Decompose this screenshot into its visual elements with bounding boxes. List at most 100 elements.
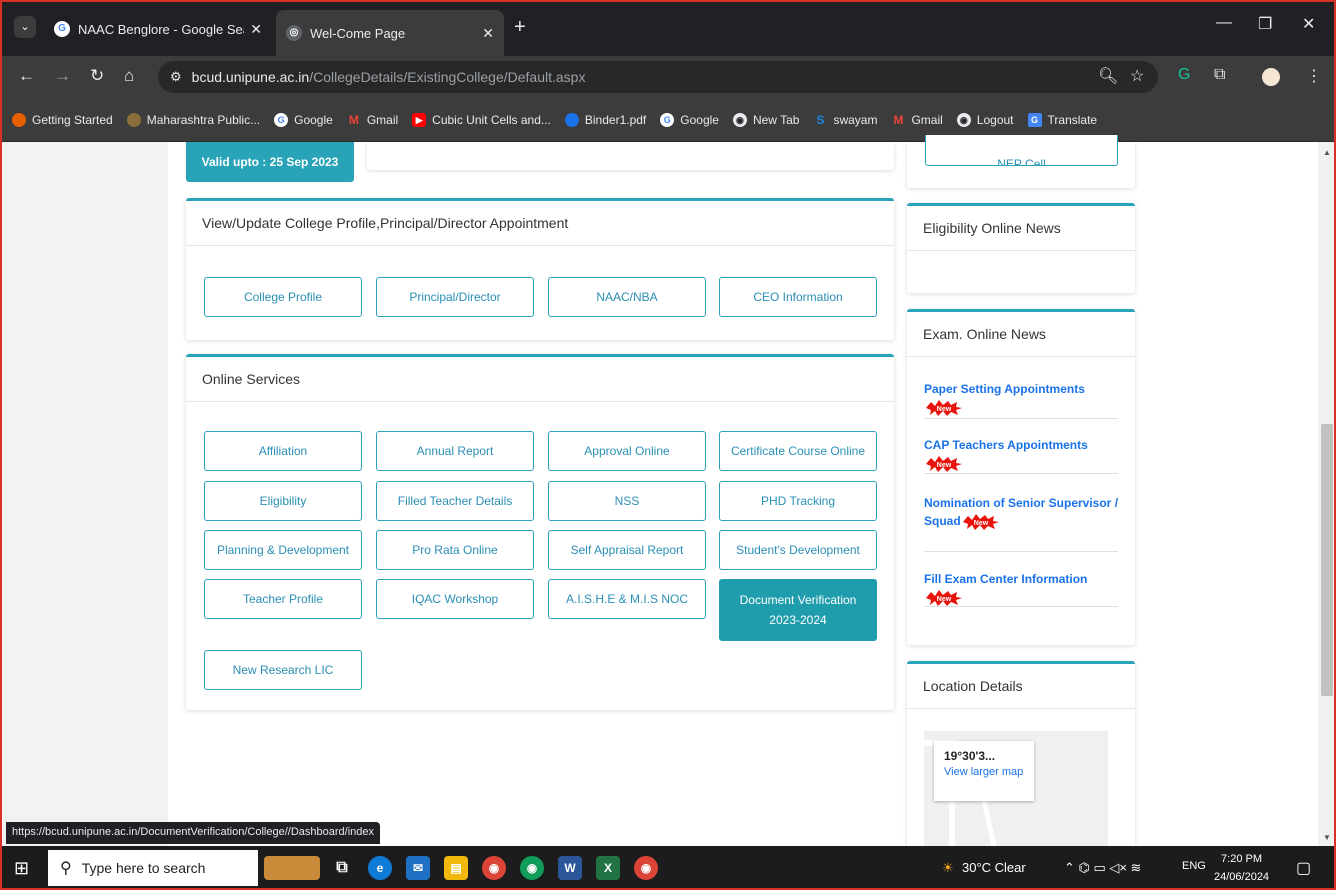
reload-icon[interactable]: ↻ bbox=[90, 66, 104, 86]
close-icon[interactable]: ✕ bbox=[250, 21, 262, 38]
document-verification-button[interactable]: Document Verification 2023-2024 bbox=[719, 579, 877, 641]
system-tray-icons[interactable]: ⌃ ⌬ ▭ ◁× ≋ bbox=[1064, 860, 1141, 876]
bookmark-getting-started[interactable]: Getting Started bbox=[12, 112, 113, 127]
exam-news-title: Exam. Online News bbox=[907, 312, 1135, 357]
news-cap-teachers[interactable]: CAP Teachers Appointments New bbox=[924, 436, 1120, 472]
filled-teacher-details-button[interactable]: Filled Teacher Details bbox=[376, 481, 534, 521]
mail-icon[interactable]: ✉ bbox=[406, 856, 430, 880]
scroll-down-icon[interactable]: ▼ bbox=[1318, 833, 1336, 842]
bookmark-label: Google bbox=[294, 112, 333, 127]
news-separator bbox=[924, 473, 1118, 474]
aishe-mis-noc-button[interactable]: A.I.S.H.E & M.I.S NOC bbox=[548, 579, 706, 619]
restore-icon[interactable]: ❐ bbox=[1258, 14, 1272, 34]
chrome-icon[interactable]: ◉ bbox=[482, 856, 506, 880]
youtube-icon: ▶ bbox=[412, 112, 427, 127]
news-nomination[interactable]: Nomination of Senior Supervisor / Squad N… bbox=[924, 494, 1120, 530]
new-research-lic-button[interactable]: New Research LIC bbox=[204, 650, 362, 690]
close-icon[interactable]: ✕ bbox=[482, 25, 494, 42]
bookmark-star-icon[interactable]: ☆ bbox=[1130, 66, 1144, 86]
iqac-workshop-button[interactable]: IQAC Workshop bbox=[376, 579, 534, 619]
news-link[interactable]: Fill Exam Center Information bbox=[924, 572, 1087, 586]
emblem-icon bbox=[126, 112, 141, 127]
pro-rata-online-button[interactable]: Pro Rata Online bbox=[376, 530, 534, 570]
tab-welcome-page[interactable]: ◎ Wel-Come Page ✕ bbox=[276, 10, 504, 56]
taskbar-search[interactable]: ⚲ Type here to search bbox=[48, 850, 258, 886]
file-explorer-icon[interactable]: ▤ bbox=[444, 856, 468, 880]
new-tab-button[interactable]: + bbox=[514, 16, 526, 39]
notifications-icon[interactable]: ▢ bbox=[1296, 858, 1311, 878]
back-icon[interactable]: ← bbox=[18, 66, 35, 86]
bookmark-translate[interactable]: G Translate bbox=[1027, 112, 1097, 127]
bookmark-gmail-2[interactable]: M Gmail bbox=[891, 113, 942, 127]
profile-avatar[interactable] bbox=[1262, 68, 1280, 86]
principal-director-button[interactable]: Principal/Director bbox=[376, 277, 534, 317]
bookmark-binder[interactable]: Binder1.pdf bbox=[564, 112, 646, 127]
globe-icon: ◉ bbox=[956, 112, 971, 127]
bookmark-logout[interactable]: ◉ Logout bbox=[956, 112, 1014, 127]
word-icon[interactable]: W bbox=[558, 856, 582, 880]
taskbar-clock[interactable]: 7:20 PM 24/06/2024 bbox=[1214, 850, 1269, 886]
url-path: /CollegeDetails/ExistingCollege/Default.… bbox=[309, 69, 586, 85]
bookmark-new-tab[interactable]: ◉ New Tab bbox=[732, 112, 799, 127]
nss-button[interactable]: NSS bbox=[548, 481, 706, 521]
affiliation-button[interactable]: Affiliation bbox=[204, 431, 362, 471]
url-host: bcud.unipune.ac.in bbox=[191, 69, 310, 85]
windows-start-icon[interactable]: ⊞ bbox=[14, 858, 29, 879]
eligibility-button[interactable]: Eligibility bbox=[204, 481, 362, 521]
task-view-icon[interactable]: ⧉ bbox=[330, 856, 354, 880]
gmail-icon: M bbox=[893, 112, 904, 127]
zoom-icon[interactable]: 🔍︎ bbox=[1098, 66, 1118, 86]
home-icon[interactable]: ⌂ bbox=[124, 66, 134, 86]
phd-tracking-button[interactable]: PHD Tracking bbox=[719, 481, 877, 521]
site-info-icon[interactable]: ⚙ bbox=[170, 69, 182, 85]
students-development-button[interactable]: Student's Development bbox=[719, 530, 877, 570]
annual-report-button[interactable]: Annual Report bbox=[376, 431, 534, 471]
approval-online-button[interactable]: Approval Online bbox=[548, 431, 706, 471]
chrome-profile-icon[interactable]: ◉ bbox=[520, 856, 544, 880]
tab-google-search[interactable]: G NAAC Benglore - Google Searc ✕ bbox=[44, 10, 272, 48]
news-link[interactable]: CAP Teachers Appointments bbox=[924, 438, 1088, 452]
planning-development-button[interactable]: Planning & Development bbox=[204, 530, 362, 570]
edge-icon[interactable]: e bbox=[368, 856, 392, 880]
bookmark-cubic-unit[interactable]: ▶ Cubic Unit Cells and... bbox=[412, 112, 551, 127]
scroll-thumb[interactable] bbox=[1321, 424, 1333, 696]
validity-badge: Valid upto : 25 Sep 2023 bbox=[186, 142, 354, 182]
news-fill-exam-center[interactable]: Fill Exam Center Information New bbox=[924, 570, 1120, 606]
bookmark-swayam[interactable]: Sswayam bbox=[813, 113, 877, 127]
bookmark-maharashtra[interactable]: Maharashtra Public... bbox=[126, 112, 260, 127]
bookmark-google[interactable]: G Google bbox=[274, 112, 333, 127]
search-highlight-icon[interactable] bbox=[264, 856, 320, 880]
extensions-icon[interactable]: ⧉ bbox=[1214, 66, 1225, 84]
menu-icon[interactable]: ⋮ bbox=[1306, 66, 1322, 86]
location-map[interactable]: 19°30'3... View larger map bbox=[924, 731, 1108, 846]
news-paper-setting[interactable]: Paper Setting Appointments New bbox=[924, 380, 1120, 416]
tab-search-button[interactable]: ⌄ bbox=[14, 16, 36, 38]
news-link[interactable]: Nomination of Senior Supervisor / Squad bbox=[924, 496, 1118, 528]
self-appraisal-report-button[interactable]: Self Appraisal Report bbox=[548, 530, 706, 570]
bookmark-label: Google bbox=[680, 112, 719, 127]
teacher-profile-button[interactable]: Teacher Profile bbox=[204, 579, 362, 619]
excel-icon[interactable]: X bbox=[596, 856, 620, 880]
college-profile-button[interactable]: College Profile bbox=[204, 277, 362, 317]
bookmark-label: Gmail bbox=[366, 112, 399, 127]
bookmark-gmail[interactable]: M Gmail bbox=[347, 113, 398, 127]
news-link[interactable]: Paper Setting Appointments bbox=[924, 382, 1085, 396]
forward-icon[interactable]: → bbox=[54, 66, 71, 86]
certificate-course-button[interactable]: Certificate Course Online bbox=[719, 431, 877, 471]
weather-icon[interactable]: ☀ bbox=[942, 860, 954, 876]
minimize-icon[interactable]: — bbox=[1216, 14, 1232, 32]
nep-cell-button[interactable]: NEP Cell bbox=[925, 135, 1118, 166]
scroll-up-icon[interactable]: ▲ bbox=[1318, 148, 1336, 157]
grammarly-icon[interactable]: G bbox=[1178, 66, 1190, 84]
weather-text[interactable]: 30°C Clear bbox=[962, 860, 1026, 875]
bookmark-google-2[interactable]: G Google bbox=[660, 112, 719, 127]
window-close-icon[interactable]: ✕ bbox=[1302, 14, 1315, 34]
chrome-active-icon[interactable]: ◉ bbox=[634, 856, 658, 880]
page-scrollbar[interactable]: ▲ ▼ bbox=[1318, 142, 1336, 846]
naac-nba-button[interactable]: NAAC/NBA bbox=[548, 277, 706, 317]
ceo-information-button[interactable]: CEO Information bbox=[719, 277, 877, 317]
address-bar[interactable]: ⚙ bcud.unipune.ac.in/CollegeDetails/Exis… bbox=[158, 61, 1158, 93]
map-coordinates: 19°30'3... bbox=[944, 749, 996, 763]
view-larger-map-link[interactable]: View larger map bbox=[944, 766, 1024, 778]
language-indicator[interactable]: ENG bbox=[1182, 860, 1206, 872]
